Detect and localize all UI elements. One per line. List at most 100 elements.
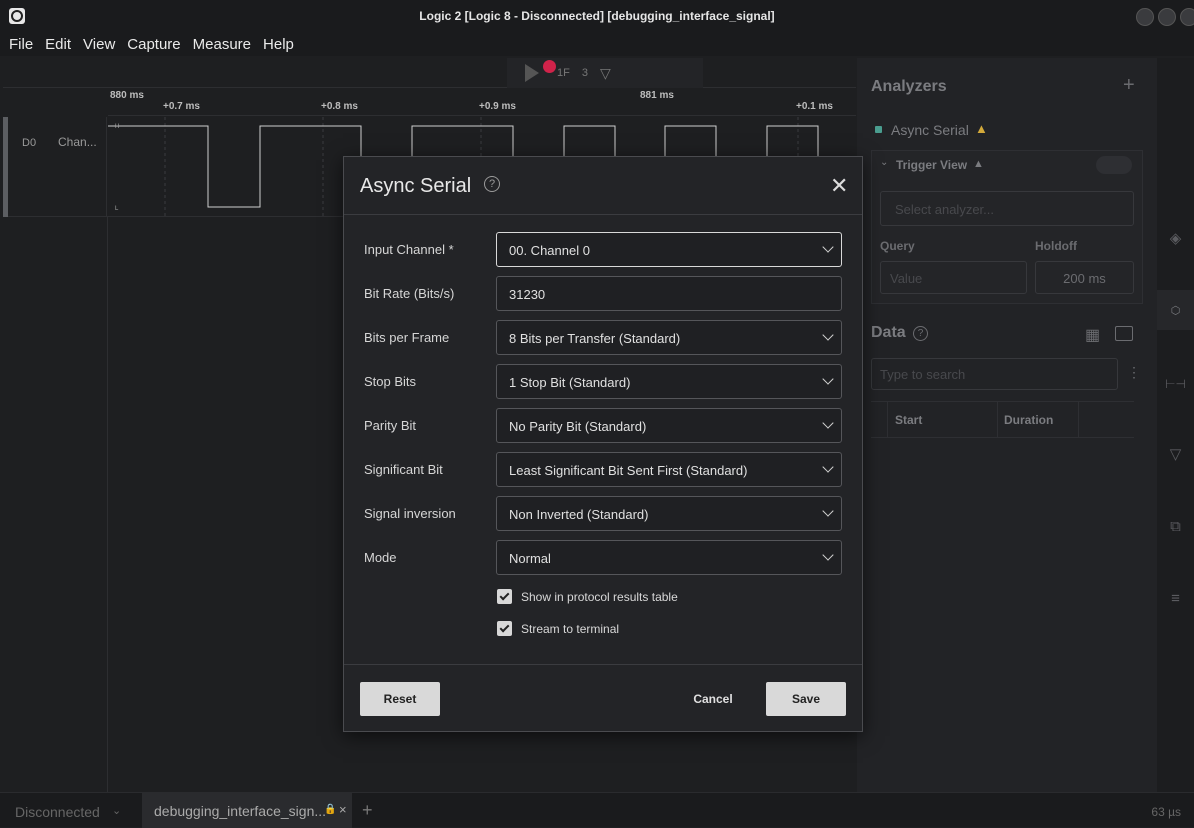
form-row-signal-inversion: Signal inversion Non Inverted (Standard) <box>364 496 844 532</box>
measurements-tab-icon[interactable]: ⊢⊣ <box>1157 364 1194 404</box>
session-tab[interactable]: debugging_interface_sign... <box>142 793 352 828</box>
close-tab-icon[interactable]: × <box>339 802 347 817</box>
trigger-icon[interactable]: 1F <box>557 67 570 79</box>
chevron-down-icon <box>822 505 834 517</box>
high-level-label: H <box>115 124 119 130</box>
async-serial-dialog: Async Serial ? ✕ Input Channel * 00. Cha… <box>343 156 863 732</box>
reset-button[interactable]: Reset <box>360 682 440 716</box>
input-channel-label: Input Channel * <box>364 242 454 257</box>
trigger-view-panel: ⌄ Trigger View ▲ Select analyzer... Quer… <box>871 150 1143 304</box>
side-panel: Analyzers + Async Serial ▲ ⌄ Trigger Vie… <box>857 58 1157 792</box>
analyzer-color-icon <box>875 126 882 133</box>
table-view-icon[interactable]: ▦ <box>1085 325 1100 345</box>
chevron-down-icon <box>822 373 834 385</box>
markers-tab-icon[interactable]: ▽ <box>1157 434 1194 474</box>
minimize-button[interactable] <box>1136 8 1154 26</box>
dialog-header: Async Serial ? ✕ <box>344 157 862 215</box>
channel-name[interactable]: Chan... <box>58 135 97 149</box>
help-icon[interactable]: ? <box>484 176 500 192</box>
menu-bar: File Edit View Capture Measure Help <box>0 32 1194 56</box>
marker-icon[interactable]: ▽ <box>600 65 611 82</box>
form-row-parity-bit: Parity Bit No Parity Bit (Standard) <box>364 408 844 444</box>
play-icon[interactable] <box>525 64 539 82</box>
form-row-input-channel: Input Channel * 00. Channel 0 <box>364 232 844 268</box>
signal-inversion-select[interactable]: Non Inverted (Standard) <box>496 496 842 531</box>
select-analyzer-dropdown[interactable]: Select analyzer... <box>880 191 1134 226</box>
channel-color-bar <box>3 117 8 217</box>
column-start[interactable]: Start <box>895 413 922 427</box>
parity-bit-select[interactable]: No Parity Bit (Standard) <box>496 408 842 443</box>
connection-chevron-icon[interactable]: ⌄ <box>112 804 121 817</box>
right-icon-bar: ◈ ⬡ ⊢⊣ ▽ ⧉ ≡ <box>1157 58 1194 792</box>
parity-bit-value: No Parity Bit (Standard) <box>509 419 647 434</box>
analyzers-tab-icon[interactable]: ⬡ <box>1157 290 1194 330</box>
menu-view[interactable]: View <box>83 36 115 53</box>
more-options-icon[interactable]: ⋮ <box>1127 364 1141 381</box>
form-row-bit-rate: Bit Rate (Bits/s) 31230 <box>364 276 844 312</box>
ruler-tick: +0.1 ms <box>796 101 833 112</box>
mode-label: Mode <box>364 550 397 565</box>
bits-per-frame-select[interactable]: 8 Bits per Transfer (Standard) <box>496 320 842 355</box>
significant-bit-value: Least Significant Bit Sent First (Standa… <box>509 463 748 478</box>
menu-capture[interactable]: Capture <box>127 36 180 53</box>
mode-select[interactable]: Normal <box>496 540 842 575</box>
data-help-icon[interactable]: ? <box>913 326 928 341</box>
parity-bit-label: Parity Bit <box>364 418 417 433</box>
low-level-label: L <box>115 206 119 212</box>
extensions-tab-icon[interactable]: ⧉ <box>1157 506 1194 546</box>
significant-bit-select[interactable]: Least Significant Bit Sent First (Standa… <box>496 452 842 487</box>
menu-measure[interactable]: Measure <box>193 36 251 53</box>
menu-edit[interactable]: Edit <box>45 36 71 53</box>
maximize-button[interactable] <box>1158 8 1176 26</box>
collapse-chevron-icon[interactable]: ⌄ <box>880 157 888 168</box>
close-icon[interactable]: ✕ <box>830 173 848 199</box>
column-divider <box>997 402 998 438</box>
column-divider <box>1078 402 1079 438</box>
show-in-table-label: Show in protocol results table <box>521 590 678 604</box>
cancel-button[interactable]: Cancel <box>673 682 753 716</box>
column-duration[interactable]: Duration <box>1004 413 1053 427</box>
measure-icon[interactable]: 3 <box>582 67 588 79</box>
ruler-tick: +0.8 ms <box>321 101 358 112</box>
terminal-view-icon[interactable] <box>1115 326 1133 341</box>
session-tab-label: debugging_interface_sign... <box>154 803 327 819</box>
add-analyzer-button[interactable]: + <box>1123 74 1135 97</box>
analyzer-item[interactable]: Async Serial <box>891 122 969 138</box>
show-in-table-checkbox[interactable] <box>497 589 512 604</box>
menu-help[interactable]: Help <box>263 36 294 53</box>
menu-file[interactable]: File <box>9 36 33 53</box>
data-search-input[interactable]: Type to search <box>871 358 1118 390</box>
input-channel-select[interactable]: 00. Channel 0 <box>496 232 842 267</box>
connection-status[interactable]: Disconnected <box>15 804 100 820</box>
close-window-button[interactable] <box>1180 8 1194 26</box>
trigger-view-label: Trigger View <box>896 158 968 172</box>
query-value-input[interactable]: Value <box>880 261 1027 294</box>
trigger-toggle[interactable] <box>1096 156 1132 174</box>
layers-icon[interactable]: ◈ <box>1157 218 1194 258</box>
stop-bits-label: Stop Bits <box>364 374 417 389</box>
channel-label-area: D0 Chan... <box>3 117 107 217</box>
notes-tab-icon[interactable]: ≡ <box>1157 578 1194 618</box>
save-button[interactable]: Save <box>766 682 846 716</box>
time-display: 63 µs <box>1151 805 1181 819</box>
holdoff-input[interactable]: 200 ms <box>1035 261 1134 294</box>
record-indicator-icon <box>543 60 556 73</box>
bit-rate-label: Bit Rate (Bits/s) <box>364 286 455 301</box>
signal-inversion-value: Non Inverted (Standard) <box>509 507 649 522</box>
form-row-bits-per-frame: Bits per Frame 8 Bits per Transfer (Stan… <box>364 320 844 356</box>
chevron-down-icon <box>822 241 834 253</box>
stop-bits-select[interactable]: 1 Stop Bit (Standard) <box>496 364 842 399</box>
bit-rate-input[interactable]: 31230 <box>496 276 842 311</box>
signal-inversion-label: Signal inversion <box>364 506 456 521</box>
add-tab-button[interactable]: + <box>362 800 373 821</box>
divider <box>107 217 108 792</box>
window-title: Logic 2 [Logic 8 - Disconnected] [debugg… <box>419 9 775 23</box>
lock-icon: 🔒 <box>324 804 337 815</box>
chevron-down-icon <box>822 549 834 561</box>
stream-to-terminal-checkbox[interactable] <box>497 621 512 636</box>
bits-per-frame-label: Bits per Frame <box>364 330 450 345</box>
chevron-down-icon <box>822 329 834 341</box>
status-bar: Disconnected ⌄ debugging_interface_sign.… <box>0 792 1194 828</box>
title-bar: Logic 2 [Logic 8 - Disconnected] [debugg… <box>0 0 1194 32</box>
dialog-footer: Reset Cancel Save <box>344 664 862 731</box>
